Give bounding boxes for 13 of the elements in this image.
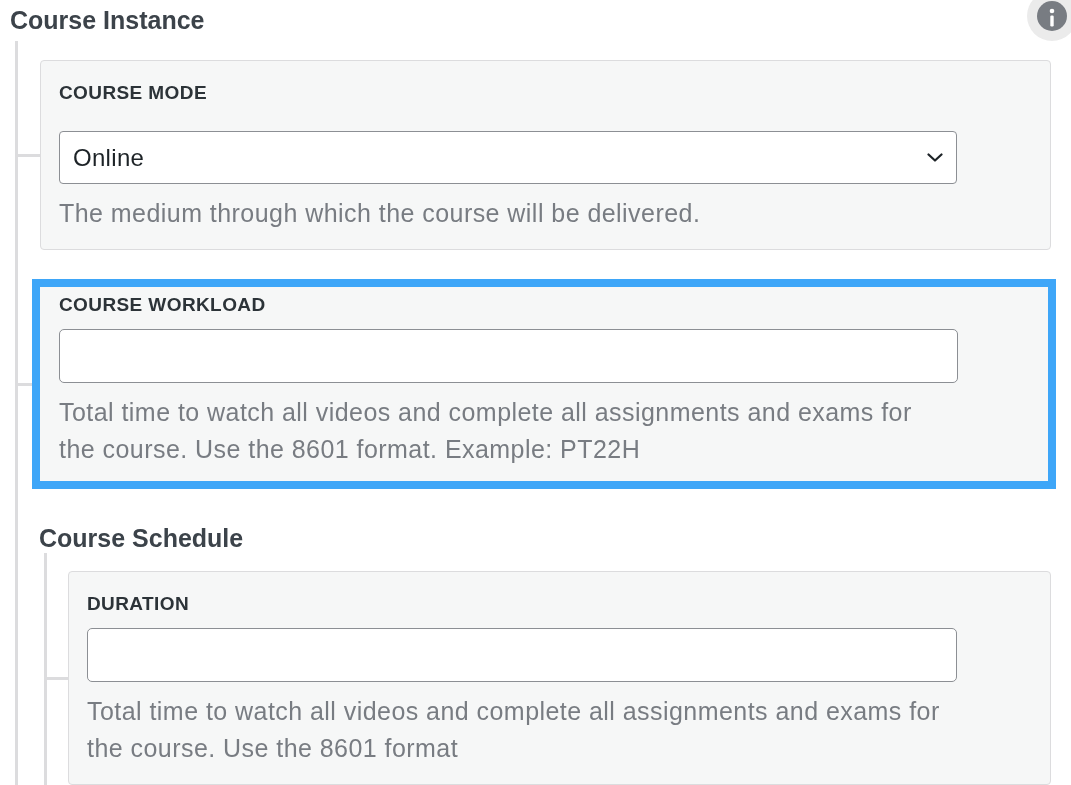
input-field[interactable] (87, 628, 957, 682)
info-icon[interactable] (1026, 0, 1071, 41)
field-label: COURSE WORKLOAD (59, 294, 267, 316)
help-text: The medium through which the course will be delivered. (59, 198, 702, 229)
input-field[interactable] (59, 329, 958, 383)
chevron-down-icon (927, 153, 943, 162)
section-heading: Course Instance (10, 5, 206, 35)
help-text: Total time to watch all videos and complete all assignments and exams for the course. Use the 8601 format. Example: PT22H (59, 397, 913, 465)
field-label: DURATION (87, 593, 191, 615)
dropdown[interactable]: Online (59, 131, 957, 184)
section-heading: Course Schedule (39, 523, 245, 553)
help-text: Total time to watch all videos and complete all assignments and exams for the course. Use the 8601 format (87, 696, 941, 764)
field-label: COURSE MODE (59, 82, 208, 104)
